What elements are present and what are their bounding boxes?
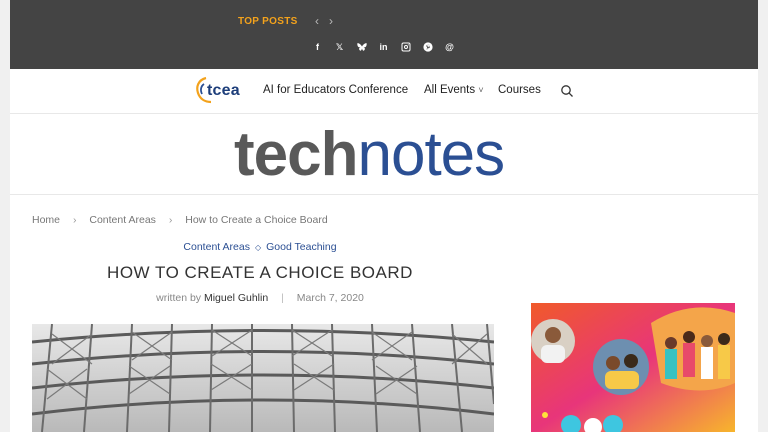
bluesky-icon[interactable]: [356, 41, 367, 53]
search-icon[interactable]: [560, 84, 574, 98]
category-separator-icon: ◇: [254, 243, 262, 252]
x-icon[interactable]: 𝕏: [334, 41, 345, 53]
breadcrumb-separator: ›: [168, 214, 173, 226]
linkedin-icon[interactable]: in: [378, 41, 389, 53]
technotes-logo-notes: notes: [357, 120, 505, 189]
technotes-logo[interactable]: technotes: [234, 120, 505, 190]
pinterest-icon[interactable]: [422, 41, 433, 53]
chevron-down-icon: ˅: [478, 85, 484, 95]
article-date: March 7, 2020: [296, 292, 364, 304]
meta-divider: |: [281, 292, 284, 304]
article-title: HOW TO CREATE A CHOICE BOARD: [107, 263, 413, 282]
top-bar: TOP POSTS ‹ › f 𝕏 in @: [10, 0, 758, 69]
category-good-teaching[interactable]: Good Teaching: [266, 241, 336, 253]
chevron-left-icon[interactable]: ‹: [310, 14, 324, 28]
chevron-right-icon[interactable]: ›: [324, 14, 338, 28]
conference-promo-image: [531, 303, 735, 432]
breadcrumb: Home › Content Areas › How to Create a C…: [32, 214, 328, 226]
top-posts-arrows: ‹ ›: [310, 14, 338, 28]
instagram-icon[interactable]: [400, 41, 411, 53]
article-meta: written by Miguel Guhlin | March 7, 2020: [10, 292, 510, 304]
tcea-logo[interactable]: tcea: [192, 75, 256, 105]
social-links: f 𝕏 in @: [312, 41, 455, 53]
threads-icon[interactable]: @: [444, 41, 455, 53]
facebook-icon[interactable]: f: [312, 41, 323, 53]
tcea-logo-text: tcea: [207, 82, 240, 99]
main-nav: tcea AI for Educators Conference All Eve…: [10, 69, 758, 114]
steel-roof-structure-image: [32, 324, 494, 432]
category-content-areas[interactable]: Content Areas: [183, 241, 250, 253]
written-by-label: written by: [156, 292, 202, 304]
nav-item-all-events-label: All Events: [424, 84, 476, 96]
breadcrumb-current: How to Create a Choice Board: [185, 214, 328, 226]
breadcrumb-home[interactable]: Home: [32, 214, 60, 226]
breadcrumb-content-areas[interactable]: Content Areas: [89, 214, 156, 226]
sidebar-ad-banner[interactable]: [531, 303, 735, 432]
top-posts-label: TOP POSTS: [238, 16, 298, 27]
breadcrumb-separator: ›: [72, 214, 77, 226]
nav-item-ai-conference[interactable]: AI for Educators Conference: [263, 84, 408, 96]
article-categories: Content Areas ◇ Good Teaching: [10, 241, 510, 253]
page-frame: TOP POSTS ‹ › f 𝕏 in @ tcea AI for Educat…: [10, 0, 758, 432]
hero-image: [32, 324, 494, 432]
technotes-logo-tech: tech: [234, 120, 358, 189]
technotes-masthead: technotes: [10, 114, 758, 195]
nav-item-all-events[interactable]: All Events ˅: [424, 84, 484, 96]
author-link[interactable]: Miguel Guhlin: [204, 292, 268, 304]
nav-item-courses[interactable]: Courses: [498, 84, 541, 96]
